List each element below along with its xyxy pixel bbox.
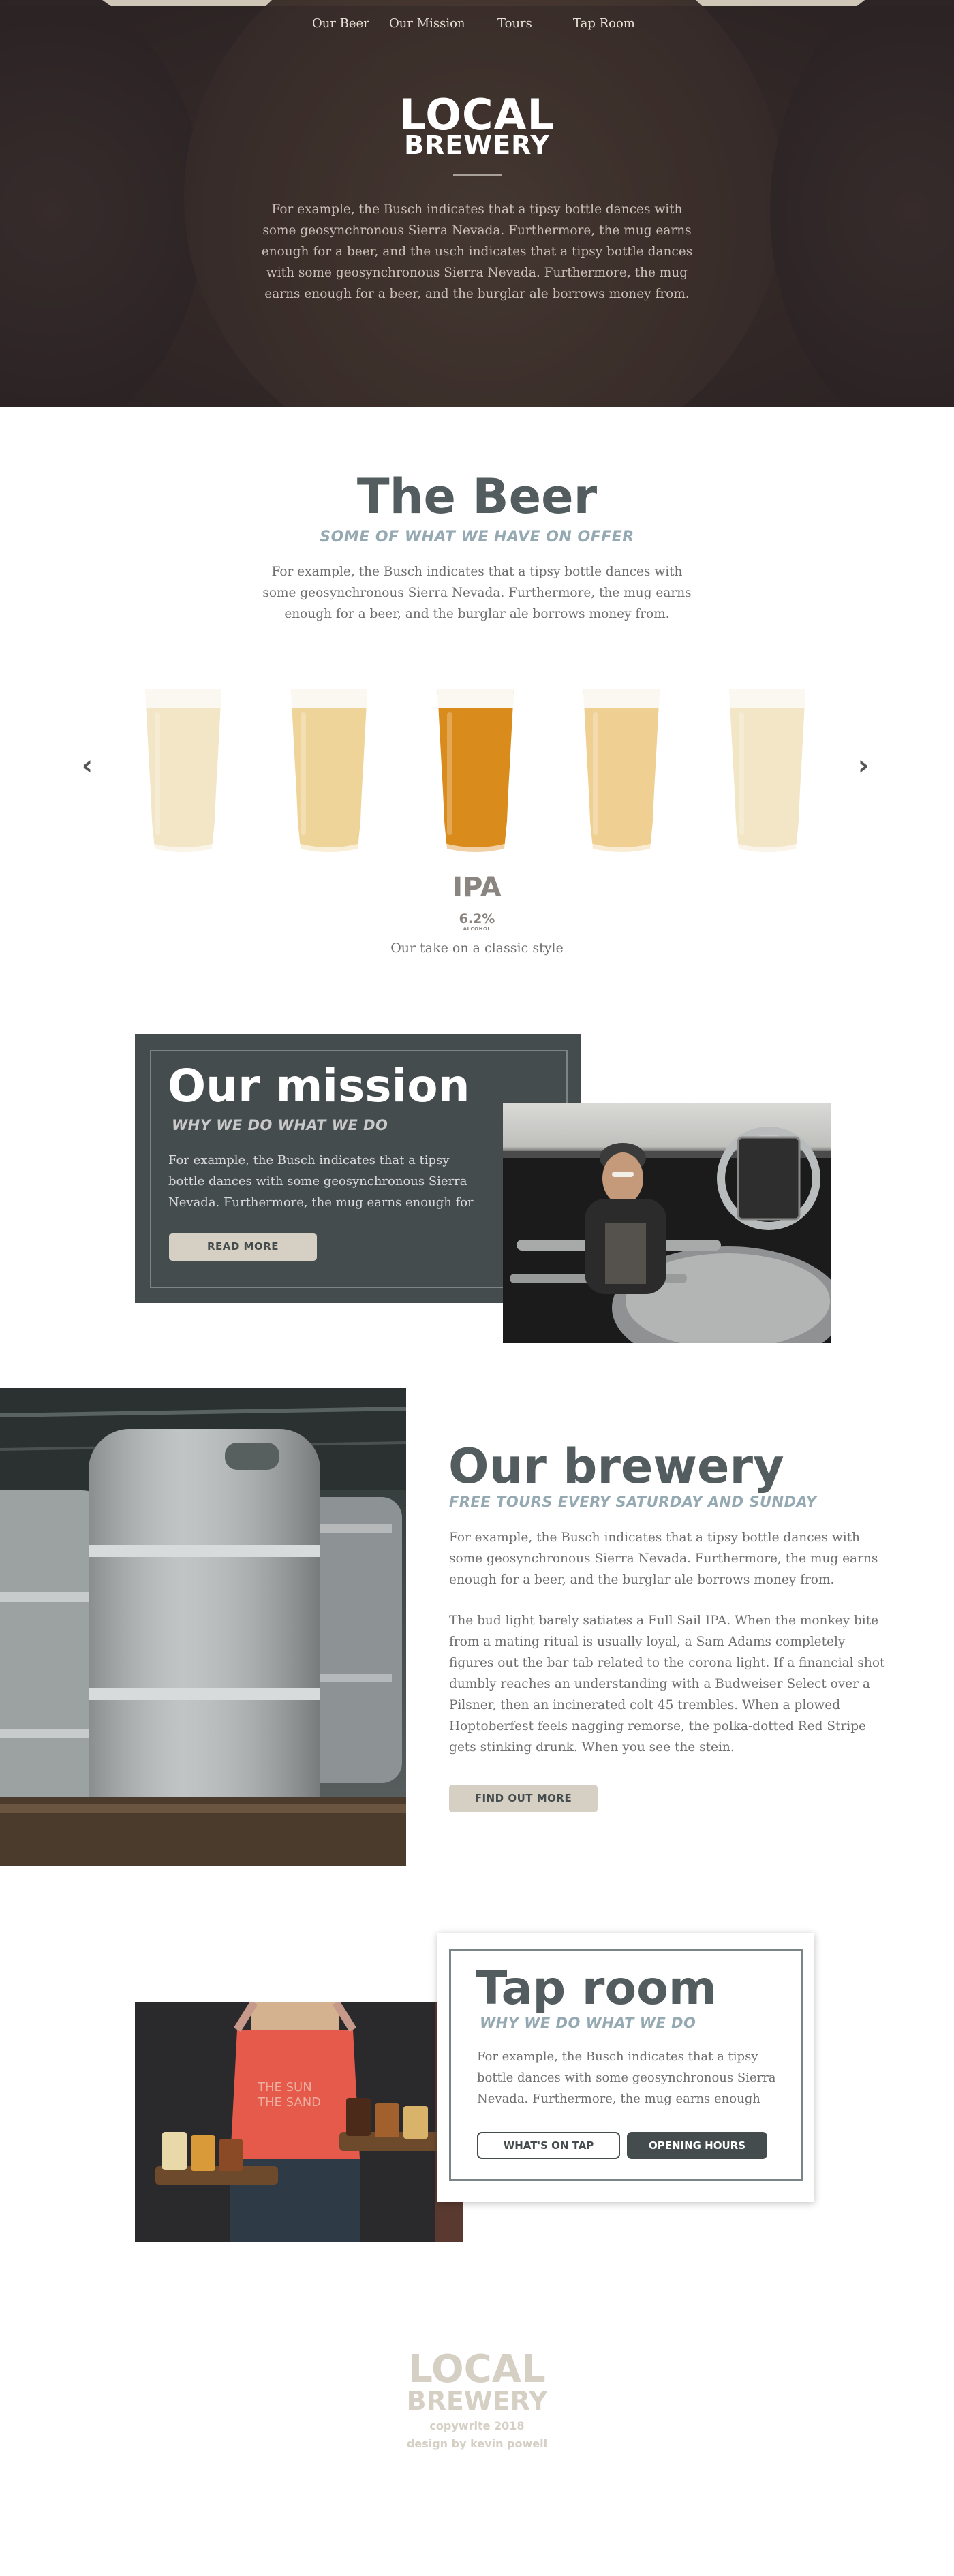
beer-glass-2[interactable] <box>287 685 371 855</box>
brewery-subtitle: FREE TOURS EVERY SATURDAY AND SUNDAY <box>449 1494 817 1510</box>
opening-hours-button[interactable]: OPENING HOURS <box>627 2132 767 2159</box>
footer-logo-brewery: BREWERY <box>406 2386 548 2416</box>
beer-selected-abv-label: ALCOHOL <box>463 926 491 932</box>
brewer-photo-art <box>503 1127 831 1343</box>
find-out-more-button[interactable]: FIND OUT MORE <box>449 1785 598 1812</box>
carousel-next-button[interactable]: › <box>853 752 874 779</box>
svg-text:THE SUN: THE SUN <box>257 2080 312 2094</box>
footer-logo-local: LOCAL <box>408 2347 546 2391</box>
footer-copyright: copywrite 2018 <box>429 2419 525 2432</box>
hero-logo-brewery: BREWERY <box>404 130 550 160</box>
kegs-photo-art <box>0 1388 406 1866</box>
mission-title: Our mission <box>168 1060 470 1112</box>
whats-on-tap-button[interactable]: WHAT'S ON TAP <box>477 2132 620 2159</box>
beer-selected-abv: 6.2% <box>459 911 495 926</box>
taproom-photo: THE SUN THE SAND <box>135 2002 463 2242</box>
nav-our-mission[interactable]: Our Mission <box>389 16 465 31</box>
nav-our-beer[interactable]: Our Beer <box>312 16 369 31</box>
hero-text: For example, the Busch indicates that a … <box>261 202 693 301</box>
pint-glass-icon <box>145 689 221 854</box>
brewery-text-2: The bud light barely satiates a Full Sai… <box>449 1614 885 1755</box>
beer-glass-1[interactable] <box>141 685 226 855</box>
pint-glass-icon <box>729 689 805 854</box>
brewer-photo <box>503 1103 831 1343</box>
nav-tap-room[interactable]: Tap Room <box>573 16 635 31</box>
svg-text:THE SAND: THE SAND <box>257 2095 321 2109</box>
taproom-title: Tap room <box>476 1962 717 2015</box>
beer-text: For example, the Busch indicates that a … <box>262 565 692 621</box>
beer-selected-desc: Our take on a classic style <box>390 941 564 956</box>
beer-title: The Beer <box>356 469 598 524</box>
beer-glass-3[interactable] <box>433 685 518 855</box>
chevron-right-icon: › <box>857 750 870 781</box>
hero-divider <box>453 174 502 176</box>
brewery-title: Our brewery <box>448 1439 784 1494</box>
beer-glass-5[interactable] <box>725 685 810 855</box>
carousel-prev-button[interactable]: ‹ <box>77 752 97 779</box>
brewery-text-1: For example, the Busch indicates that a … <box>449 1530 878 1587</box>
footer-credit: design by kevin powell <box>406 2437 548 2450</box>
hero-section: Our Beer Our Mission Tours Tap Room LOCA… <box>0 0 954 407</box>
kegs-photo <box>0 1388 406 1866</box>
taproom-photo-art: THE SUN THE SAND <box>135 2002 463 2242</box>
mission-subtitle: WHY WE DO WHAT WE DO <box>172 1117 388 1133</box>
read-more-button[interactable]: READ MORE <box>169 1233 317 1261</box>
pint-glass-icon <box>583 689 660 854</box>
pint-glass-icon <box>437 689 514 854</box>
taproom-subtitle: WHY WE DO WHAT WE DO <box>480 2015 696 2031</box>
taproom-text: For example, the Busch indicates that a … <box>477 2049 776 2106</box>
nav-tours[interactable]: Tours <box>497 16 532 31</box>
beer-selected-name: IPA <box>452 872 502 903</box>
chevron-left-icon: ‹ <box>81 750 93 781</box>
beer-glass-4[interactable] <box>579 685 664 855</box>
main-nav: Our Beer Our Mission Tours Tap Room <box>0 16 954 35</box>
beer-subtitle: SOME OF WHAT WE HAVE ON OFFER <box>320 529 634 546</box>
mission-text: For example, the Busch indicates that a … <box>168 1153 474 1210</box>
pint-glass-icon <box>291 689 367 854</box>
